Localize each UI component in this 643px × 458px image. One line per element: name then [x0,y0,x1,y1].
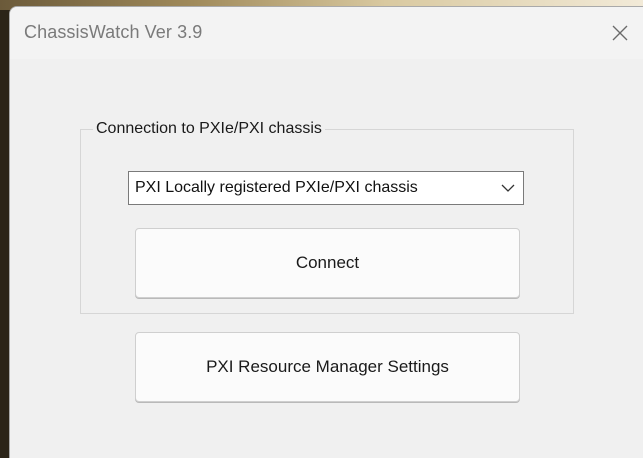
connect-button-label: Connect [295,253,360,272]
connection-groupbox-label: Connection to PXIe/PXI chassis [93,120,325,138]
resource-manager-settings-label: PXI Resource Manager Settings [206,357,449,376]
chassis-select[interactable]: PXI Locally registered PXIe/PXI chassis [128,171,524,205]
window-title: ChassisWatch Ver 3.9 [24,22,203,42]
app-window: ChassisWatch Ver 3.9 Connection to PXIe/… [9,6,643,458]
resource-manager-settings-button[interactable]: PXI Resource Manager Settings [135,332,520,402]
chassis-select-value: PXI Locally registered PXIe/PXI chassis [135,179,418,196]
title-bar[interactable]: ChassisWatch Ver 3.9 [10,7,643,59]
close-icon [612,25,628,41]
close-button[interactable] [597,7,643,59]
chevron-down-icon [501,184,515,192]
connect-button[interactable]: Connect [135,228,520,298]
